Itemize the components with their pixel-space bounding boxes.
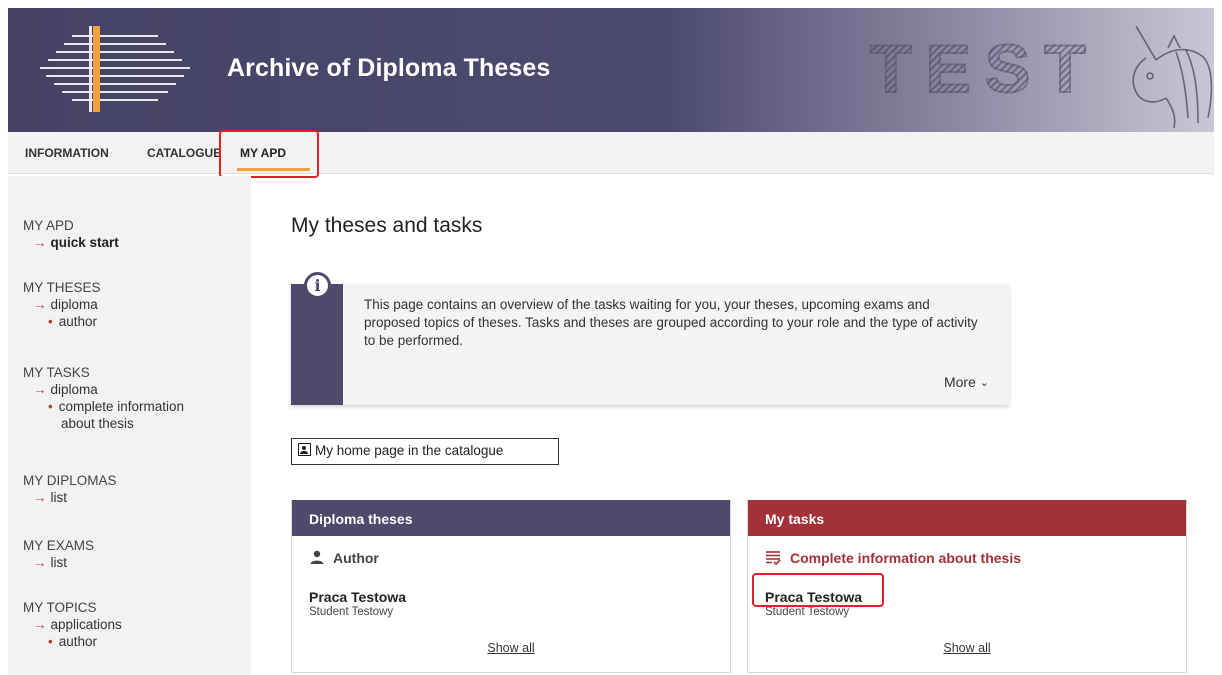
nav-catalogue[interactable]: CATALOGUE [147, 146, 221, 160]
sidebar-heading[interactable]: MY DIPLOMAS [23, 472, 117, 489]
arrow-right-icon: → [33, 382, 47, 397]
card-task-label: Complete information about thesis [790, 550, 1022, 566]
sidebar-item-list[interactable]: list [51, 490, 68, 505]
more-label: More [943, 374, 976, 390]
sidebar-group-my-tasks: MY TASKS → diploma • complete information … [23, 364, 184, 432]
thesis-title-link[interactable]: Praca Testowa [309, 589, 406, 605]
info-text: This page contains an overview of the ta… [364, 297, 978, 348]
card-role: Author [309, 550, 379, 566]
diploma-theses-card: Diploma theses Author Praca Testowa Stud… [291, 500, 731, 673]
main-nav: INFORMATION CATALOGUE MY APD [8, 132, 1214, 174]
sidebar-item-diploma[interactable]: diploma [51, 297, 98, 312]
arrow-right-icon: → [33, 297, 47, 312]
show-all-link[interactable]: Show all [748, 641, 1186, 655]
site-title[interactable]: Archive of Diploma Theses [227, 54, 550, 83]
sidebar-item-quick-start[interactable]: quick start [51, 235, 119, 250]
archive-logo-icon[interactable] [30, 22, 200, 122]
show-all-link[interactable]: Show all [292, 641, 730, 655]
sidebar-heading[interactable]: MY TASKS [23, 364, 184, 381]
sidebar-item-author[interactable]: author [59, 314, 97, 329]
student-name: Student Testowy [765, 606, 850, 618]
page-title: My theses and tasks [291, 214, 483, 237]
student-name: Student Testowy [309, 606, 394, 618]
arrow-right-icon: → [33, 617, 47, 632]
sidebar-group-my-theses: MY THESES → diploma • author [23, 279, 101, 330]
more-toggle[interactable]: More ⌄ [944, 374, 989, 390]
user-card-icon [298, 443, 311, 456]
sidebar-item-author[interactable]: author [59, 634, 97, 649]
sidebar-item-list[interactable]: list [51, 555, 68, 570]
test-watermark: TEST [869, 30, 1100, 108]
arrow-right-icon: → [33, 555, 47, 570]
user-icon [310, 550, 324, 564]
bullet-icon: • [48, 314, 53, 329]
sidebar-item-applications[interactable]: applications [51, 617, 122, 632]
home-page-button-label: My home page in the catalogue [315, 443, 504, 458]
card-role-label: Author [333, 550, 379, 566]
sidebar-item-diploma[interactable]: diploma [51, 382, 98, 397]
sidebar-group-my-apd: MY APD → quick start [23, 217, 119, 251]
bullet-icon: • [48, 634, 53, 649]
highlight-box-nav [219, 130, 319, 178]
card-task-type: Complete information about thesis [765, 550, 1021, 566]
sidebar-heading[interactable]: MY THESES [23, 279, 101, 296]
info-strip [291, 284, 343, 405]
sidebar-heading[interactable]: MY EXAMS [23, 537, 94, 554]
unicorn-logo-icon [1132, 25, 1213, 128]
sidebar-heading[interactable]: MY APD [23, 217, 119, 234]
arrow-right-icon: → [33, 490, 47, 505]
site-header: Archive of Diploma Theses TEST [8, 8, 1214, 132]
card-header: Diploma theses [292, 500, 730, 536]
sidebar-item-continuation[interactable]: about thesis [23, 415, 184, 432]
info-icon: i [304, 272, 331, 299]
home-page-catalogue-button[interactable]: My home page in the catalogue [291, 438, 559, 465]
bullet-icon: • [48, 399, 53, 414]
nav-information[interactable]: INFORMATION [25, 146, 109, 160]
highlight-box-thesis [752, 573, 884, 607]
sidebar-group-my-topics: MY TOPICS → applications • author [23, 599, 122, 650]
arrow-right-icon: → [33, 235, 47, 250]
sidebar-heading[interactable]: MY TOPICS [23, 599, 122, 616]
chevron-down-icon: ⌄ [979, 377, 989, 389]
sidebar-item-complete-information[interactable]: complete information [59, 399, 184, 414]
sidebar-group-my-diplomas: MY DIPLOMAS → list [23, 472, 117, 506]
sidebar-group-my-exams: MY EXAMS → list [23, 537, 94, 571]
info-box: i This page contains an overview of the … [291, 272, 1009, 405]
checklist-icon [766, 551, 781, 566]
card-header: My tasks [748, 500, 1186, 536]
